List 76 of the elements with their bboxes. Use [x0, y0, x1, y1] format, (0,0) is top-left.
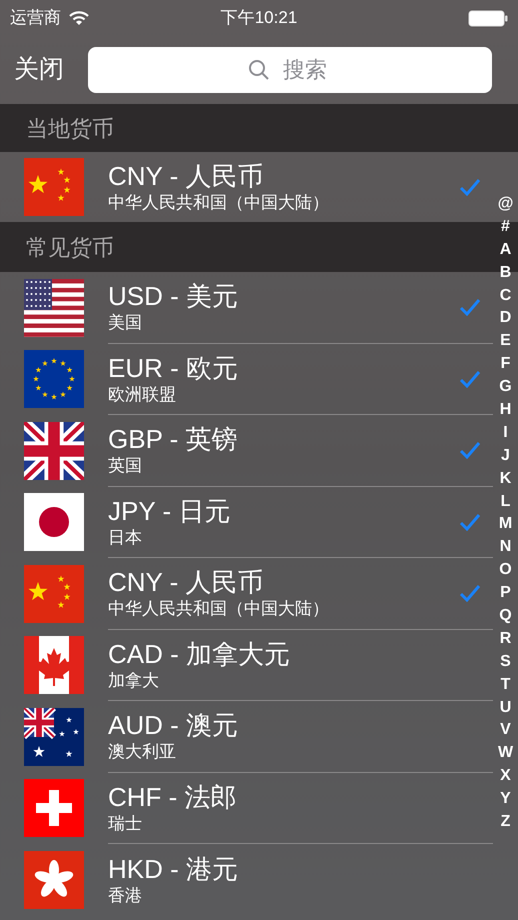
currency-name: CHF - 法郎: [108, 780, 238, 813]
wifi-icon: [69, 10, 89, 26]
currency-name: USD - 美元: [108, 280, 239, 312]
country-name: 加拿大: [108, 670, 160, 692]
index-letter[interactable]: V: [500, 719, 511, 742]
battery-icon: [468, 10, 508, 26]
currency-name: GBP - 英镑: [108, 423, 239, 456]
index-letter[interactable]: A: [500, 238, 512, 262]
country-name: 美国: [108, 312, 143, 334]
maple-leaf-flag-icon: [24, 636, 84, 694]
currency-row[interactable]: CNY - 人民币 中华人民共和国（中国大陆）: [0, 152, 493, 222]
sun-disc-flag-icon: [24, 493, 84, 552]
currency-row[interactable]: EUR - 欧元 欧洲联盟: [0, 344, 493, 415]
index-letter[interactable]: M: [498, 513, 512, 536]
currency-row[interactable]: USD - 美元 美国: [0, 272, 493, 344]
index-letter[interactable]: Q: [499, 605, 512, 628]
index-letter[interactable]: @: [498, 193, 514, 216]
five-star-flag-icon: [24, 564, 84, 623]
section-header: 当地货币: [0, 104, 518, 152]
index-letter[interactable]: T: [500, 674, 510, 697]
currency-name: CNY - 人民币: [108, 160, 265, 192]
currency-row[interactable]: JPY - 日元 日本: [0, 486, 493, 558]
index-letter[interactable]: I: [503, 422, 508, 445]
index-letter[interactable]: D: [500, 307, 512, 330]
currency-name: EUR - 欧元: [108, 352, 239, 384]
currency-row[interactable]: GBP - 英镑 英国: [0, 415, 493, 486]
index-letter[interactable]: #: [501, 216, 510, 239]
country-name: 香港: [108, 884, 143, 907]
search-field[interactable]: 搜索: [88, 47, 492, 93]
currency-row[interactable]: AUD - 澳元 澳大利亚: [0, 701, 493, 772]
currency-row[interactable]: CHF - 法郎 瑞士: [0, 772, 493, 844]
currency-name: HKD - 港元: [108, 852, 239, 885]
stars-stripes-flag-icon: [24, 278, 84, 337]
index-letter[interactable]: P: [500, 582, 511, 606]
index-letter[interactable]: N: [500, 536, 512, 560]
southern-cross-flag-icon: [24, 708, 84, 766]
index-letter[interactable]: O: [499, 559, 512, 582]
cross-flag-icon: [24, 422, 84, 480]
country-name: 日本: [108, 526, 143, 549]
index-letter[interactable]: S: [500, 650, 511, 674]
index-letter[interactable]: G: [499, 376, 512, 400]
country-name: 澳大利亚: [108, 741, 177, 764]
country-name: 英国: [108, 455, 143, 478]
index-letter[interactable]: W: [498, 742, 514, 766]
index-letter[interactable]: B: [500, 262, 512, 285]
currency-row[interactable]: CAD - 加拿大元 加拿大: [0, 630, 493, 701]
country-name: 中华人民共和国（中国大陆）: [108, 192, 330, 214]
index-letter[interactable]: R: [500, 628, 512, 651]
currency-name: JPY - 日元: [108, 494, 232, 527]
currency-row[interactable]: CNY - 人民币 中华人民共和国（中国大陆）: [0, 558, 493, 630]
index-letter[interactable]: K: [500, 468, 512, 491]
index-letter[interactable]: L: [500, 490, 510, 514]
star-circle-flag-icon: [24, 350, 84, 408]
status-time: 下午10:21: [220, 7, 298, 30]
country-name: 中华人民共和国（中国大陆）: [108, 598, 330, 620]
index-letter[interactable]: J: [501, 444, 510, 468]
currency-row[interactable]: HKD - 港元 香港: [0, 844, 493, 916]
currency-name: CAD - 加拿大元: [108, 638, 291, 670]
country-name: 瑞士: [108, 812, 143, 835]
cross-square-flag-icon: [24, 779, 84, 838]
flower-flag-icon: [24, 850, 84, 909]
close-button[interactable]: 关闭: [14, 51, 64, 89]
index-letter[interactable]: H: [500, 399, 512, 422]
index-letter[interactable]: Y: [500, 788, 511, 812]
carrier-label: 运营商: [10, 7, 61, 30]
currency-name: AUD - 澳元: [108, 709, 239, 742]
index-letter[interactable]: C: [500, 284, 512, 308]
country-name: 欧洲联盟: [108, 384, 177, 406]
index-letter[interactable]: X: [500, 765, 511, 788]
index-letter[interactable]: E: [500, 330, 511, 354]
index-letter[interactable]: Z: [500, 811, 510, 834]
currency-name: CNY - 人民币: [108, 566, 265, 598]
five-star-flag-icon: [24, 158, 84, 216]
search-icon: [248, 59, 270, 81]
index-letter[interactable]: F: [500, 353, 510, 376]
index-letter[interactable]: U: [500, 696, 512, 720]
